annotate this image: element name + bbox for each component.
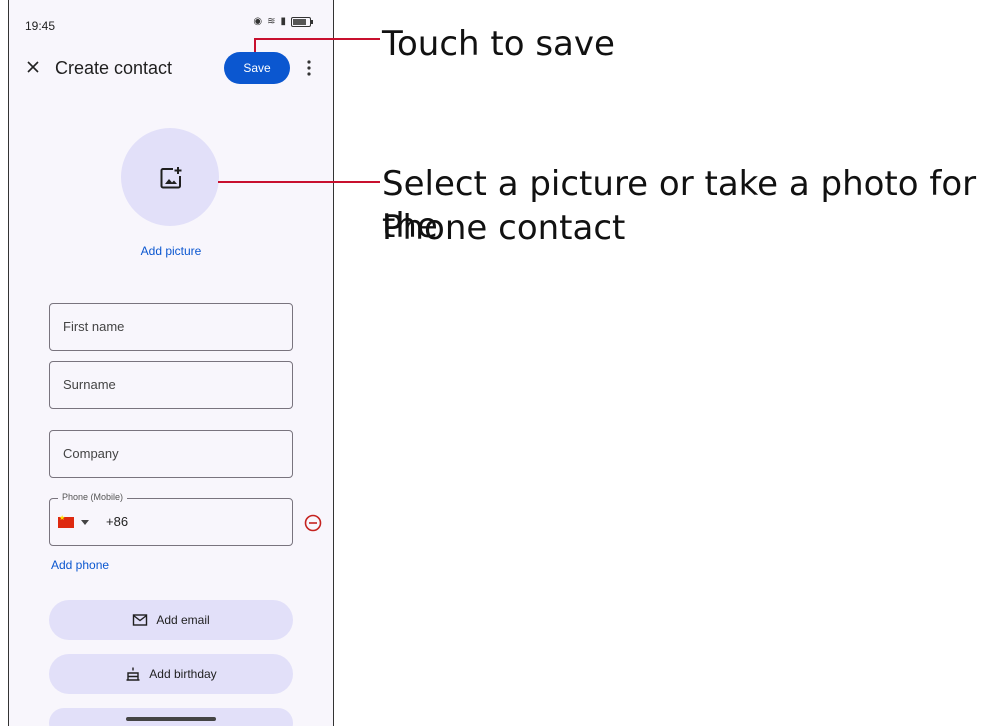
save-button[interactable]: Save	[224, 52, 290, 84]
status-icons: ◉ ≋ ▮	[253, 16, 313, 27]
app-bar: Create contact Save	[9, 48, 333, 88]
save-callout-line-vertical	[254, 38, 256, 52]
phone-field[interactable]: Phone (Mobile) +86	[49, 492, 293, 546]
add-phone-link[interactable]: Add phone	[51, 558, 109, 572]
add-email-button[interactable]: Add email	[49, 600, 293, 640]
wifi-icon: ≋	[267, 16, 276, 27]
china-flag-icon[interactable]	[58, 514, 74, 528]
dropdown-arrow-icon[interactable]	[81, 520, 89, 525]
picture-callout-text-line2: Phone contact	[382, 208, 626, 248]
surname-field[interactable]: Surname	[49, 361, 293, 409]
cake-icon	[126, 667, 140, 681]
add-picture-link[interactable]: Add picture	[9, 244, 333, 258]
battery-icon	[291, 16, 313, 27]
add-birthday-button[interactable]: Add birthday	[49, 654, 293, 694]
signal-icon: ▮	[280, 16, 286, 27]
picture-callout-line	[218, 181, 380, 183]
phone-screen: 19:45 ◉ ≋ ▮ Create contact Save Add pict…	[8, 0, 334, 726]
remove-phone-icon[interactable]	[304, 514, 322, 532]
phone-country-code: +86	[106, 514, 129, 529]
add-email-label: Add email	[156, 613, 210, 627]
vibrate-icon: ◉	[253, 16, 263, 27]
home-indicator[interactable]	[126, 717, 216, 721]
surname-placeholder: Surname	[63, 377, 116, 392]
phone-label: Phone (Mobile)	[58, 492, 128, 502]
first-name-placeholder: First name	[63, 319, 125, 334]
add-photo-icon	[160, 167, 182, 189]
add-birthday-label: Add birthday	[149, 667, 217, 681]
first-name-field[interactable]: First name	[49, 303, 293, 351]
company-field[interactable]: Company	[49, 430, 293, 478]
save-callout-line-horizontal	[254, 38, 380, 40]
avatar-add-photo[interactable]	[121, 128, 219, 226]
more-options-icon[interactable]	[301, 58, 317, 78]
save-callout-text: Touch to save	[382, 24, 615, 64]
status-time: 19:45	[25, 19, 56, 33]
company-placeholder: Company	[63, 446, 119, 461]
close-icon[interactable]	[23, 57, 43, 77]
email-icon	[133, 614, 148, 626]
status-bar: 19:45 ◉ ≋ ▮	[9, 0, 333, 33]
page-title: Create contact	[55, 58, 173, 78]
